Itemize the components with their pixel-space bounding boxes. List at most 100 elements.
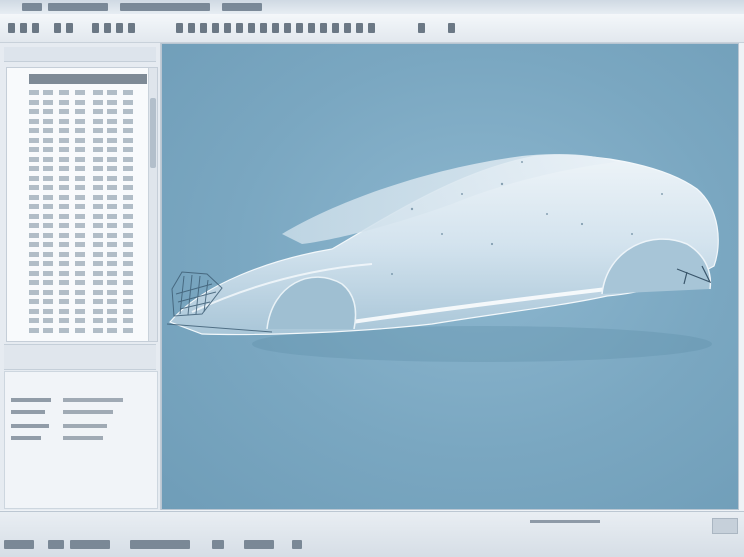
list-cell <box>123 242 133 247</box>
tool-icon-5[interactable] <box>260 23 267 33</box>
status-icon-2[interactable] <box>48 540 64 549</box>
view-icon[interactable] <box>200 23 207 33</box>
list-cell <box>107 147 117 152</box>
render-icon[interactable] <box>188 23 195 33</box>
list-cell <box>43 137 53 143</box>
panel-tab-strip[interactable] <box>4 344 156 370</box>
scale-icon[interactable] <box>128 23 135 33</box>
tool-icon-6[interactable] <box>272 23 279 33</box>
list-cell <box>107 118 117 124</box>
list-cell <box>93 213 103 219</box>
list-cell <box>59 204 69 209</box>
settings-icon[interactable] <box>448 23 455 33</box>
property-value[interactable] <box>63 398 123 402</box>
list-cell <box>107 99 117 105</box>
list-cell <box>93 137 103 143</box>
list-cell <box>75 166 85 171</box>
redo-icon[interactable] <box>66 23 73 33</box>
list-cell <box>123 280 133 285</box>
list-cell <box>59 99 69 105</box>
status-icon-1[interactable] <box>4 540 34 549</box>
list-cell <box>107 327 117 333</box>
properties-panel <box>4 371 158 509</box>
open-icon[interactable] <box>20 23 27 33</box>
list-cell <box>123 204 133 209</box>
scroll-thumb[interactable] <box>150 98 156 168</box>
property-label <box>11 436 41 440</box>
list-cell <box>59 318 69 323</box>
list-cell <box>107 185 117 190</box>
status-icon-7[interactable] <box>292 540 302 549</box>
status-icon-3[interactable] <box>70 540 110 549</box>
rotate-icon[interactable] <box>116 23 123 33</box>
list-cell <box>59 118 69 124</box>
list-cell <box>43 204 53 209</box>
select-icon[interactable] <box>92 23 99 33</box>
tool-icon-4[interactable] <box>248 23 255 33</box>
list-cell <box>123 90 133 95</box>
status-icon-5[interactable] <box>212 540 224 549</box>
list-cell <box>29 194 39 200</box>
list-cell <box>107 156 117 162</box>
tool-icon-8[interactable] <box>296 23 303 33</box>
list-cell <box>29 147 39 152</box>
list-cell <box>29 327 39 333</box>
property-value[interactable] <box>63 424 107 428</box>
list-cell <box>59 251 69 257</box>
list-scrollbar[interactable] <box>148 68 157 341</box>
list-cell <box>59 156 69 162</box>
list-cell <box>75 90 85 95</box>
list-cell <box>93 261 103 266</box>
list-cell <box>93 147 103 152</box>
list-cell <box>107 166 117 171</box>
list-cell <box>93 156 103 162</box>
undo-icon[interactable] <box>54 23 61 33</box>
move-icon[interactable] <box>104 23 111 33</box>
list-cell <box>75 308 85 314</box>
list-cell <box>75 194 85 200</box>
list-cell <box>123 327 133 333</box>
tool-icon-14[interactable] <box>368 23 375 33</box>
property-value[interactable] <box>63 410 113 414</box>
tool-icon-2[interactable] <box>224 23 231 33</box>
save-icon[interactable] <box>32 23 39 33</box>
list-cell <box>29 118 39 124</box>
object-list-panel[interactable] <box>6 67 158 342</box>
tool-icon-11[interactable] <box>332 23 339 33</box>
help-icon[interactable] <box>418 23 425 33</box>
tool-icon-13[interactable] <box>356 23 363 33</box>
list-cell <box>75 137 85 143</box>
tool-icon-9[interactable] <box>308 23 315 33</box>
list-cell <box>93 194 103 200</box>
list-cell <box>43 318 53 323</box>
list-cell <box>93 166 103 171</box>
mesh-icon[interactable] <box>176 23 183 33</box>
list-cell <box>107 194 117 200</box>
list-cell <box>123 128 133 133</box>
status-icon-6[interactable] <box>244 540 274 549</box>
3d-viewport[interactable] <box>161 43 739 510</box>
list-cell <box>75 289 85 295</box>
list-cell <box>93 242 103 247</box>
tool-icon-1[interactable] <box>212 23 219 33</box>
tool-icon-3[interactable] <box>236 23 243 33</box>
list-cell <box>29 185 39 190</box>
corner-control[interactable] <box>712 518 738 534</box>
list-cell <box>43 261 53 266</box>
list-cell <box>123 223 133 228</box>
list-cell <box>29 318 39 323</box>
car-model[interactable] <box>162 44 739 510</box>
property-value[interactable] <box>63 436 103 440</box>
list-cell <box>75 128 85 133</box>
tool-icon-7[interactable] <box>284 23 291 33</box>
status-icon-4[interactable] <box>130 540 190 549</box>
list-cell <box>107 261 117 266</box>
list-cell <box>29 308 39 314</box>
list-cell <box>107 175 117 181</box>
list-cell <box>107 280 117 285</box>
app-icon[interactable] <box>22 3 42 11</box>
tool-icon-10[interactable] <box>320 23 327 33</box>
tool-icon-12[interactable] <box>344 23 351 33</box>
list-cell <box>29 99 39 105</box>
file-icon[interactable] <box>8 23 15 33</box>
